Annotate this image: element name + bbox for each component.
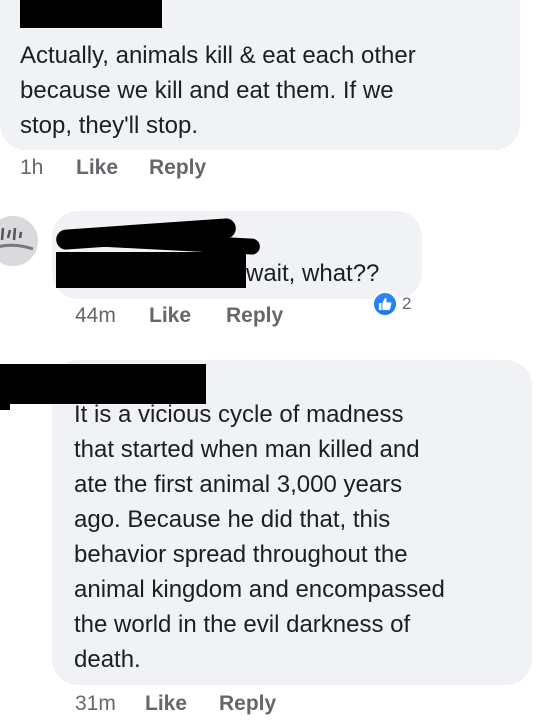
comment-2-actions: 44m Like Reply xyxy=(75,304,375,332)
comment-text-3: It is a vicious cycle of madness that st… xyxy=(74,397,529,677)
comment-1-reply-button[interactable]: Reply xyxy=(149,156,206,180)
comment-3-line-5: behavior spread throughout the xyxy=(74,541,408,568)
comment-1-line-2: because we kill and eat them. If we xyxy=(20,77,394,104)
comment-1-timestamp[interactable]: 1h xyxy=(20,156,43,180)
comment-3-line-3: ate the first animal 3,000 years xyxy=(74,471,403,498)
reaction-badge-2[interactable]: 2 xyxy=(372,291,411,317)
comment-1-line-3: stop, they'll stop. xyxy=(20,112,199,139)
comment-text-1: Actually, animals kill & eat each other … xyxy=(20,38,515,143)
comment-3-actions: 31m Like Reply xyxy=(75,692,375,720)
reaction-count-2: 2 xyxy=(402,294,412,313)
comment-3-timestamp[interactable]: 31m xyxy=(75,692,116,716)
comment-3-line-1: It is a vicious cycle of madness xyxy=(74,401,404,428)
comment-2-timestamp[interactable]: 44m xyxy=(75,304,116,328)
comment-3-like-button[interactable]: Like xyxy=(145,692,187,716)
redacted-author-name-1 xyxy=(20,0,162,28)
comment-3-line-8: death. xyxy=(74,646,141,673)
comment-3-reply-button[interactable]: Reply xyxy=(219,692,276,716)
comment-1-actions: 1h Like Reply xyxy=(20,156,320,184)
comment-2-reply-button[interactable]: Reply xyxy=(226,304,283,328)
comment-3-line-6: animal kingdom and encompassed xyxy=(74,576,445,603)
comment-3-line-2: that started when man killed and xyxy=(74,436,420,463)
comment-3-line-4: ago. Because he did that, this xyxy=(74,506,391,533)
avatar-2[interactable] xyxy=(0,216,38,266)
comment-1-like-button[interactable]: Like xyxy=(76,156,118,180)
comment-text-2: wait, what?? xyxy=(246,260,380,287)
comment-3-line-7: the world in the evil darkness of xyxy=(74,611,411,638)
avatar-2-image xyxy=(0,216,38,266)
redacted-tag-2 xyxy=(56,252,246,288)
comment-1-line-1: Actually, animals kill & eat each other xyxy=(20,42,416,69)
like-icon xyxy=(372,291,398,317)
comment-2-like-button[interactable]: Like xyxy=(149,304,191,328)
